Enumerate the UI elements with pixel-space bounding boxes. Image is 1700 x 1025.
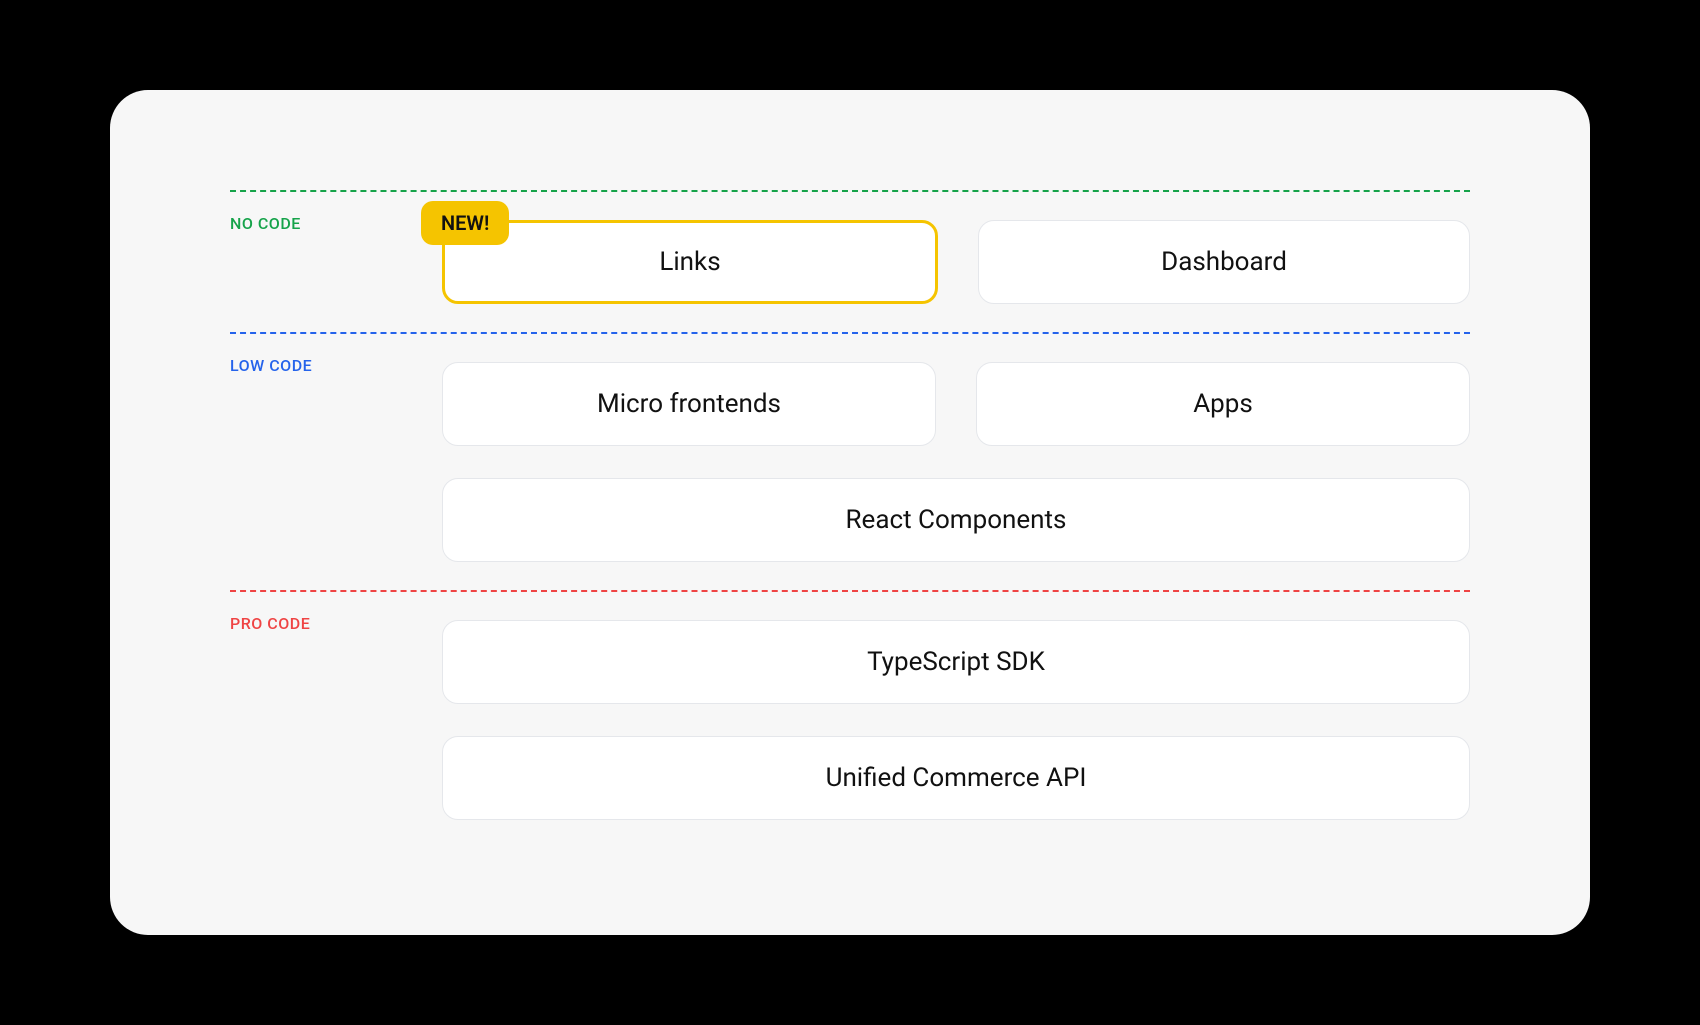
- tier-side-no-code: NO CODE: [230, 192, 410, 233]
- pill-unified-commerce-api[interactable]: Unified Commerce API: [442, 736, 1470, 820]
- tier-body-low-code: Micro frontends Apps React Components: [442, 334, 1470, 590]
- tier-label-low-code: LOW CODE: [230, 356, 410, 375]
- pill-label: Apps: [1193, 389, 1253, 419]
- badge-new: NEW!: [421, 201, 509, 245]
- tier-side-low-code: LOW CODE: [230, 334, 410, 375]
- tier-side-pro-code: PRO CODE: [230, 592, 410, 633]
- pill-label: Links: [659, 247, 720, 277]
- pill-label: Micro frontends: [597, 389, 781, 419]
- tier-body-pro-code: TypeScript SDK Unified Commerce API: [442, 592, 1470, 848]
- tier-low-code: LOW CODE Micro frontends Apps React Comp…: [230, 334, 1470, 590]
- row-low-code-0: Micro frontends Apps: [442, 362, 1470, 446]
- row-pro-code-1: Unified Commerce API: [442, 736, 1470, 820]
- pill-apps[interactable]: Apps: [976, 362, 1470, 446]
- pill-micro-frontends[interactable]: Micro frontends: [442, 362, 936, 446]
- pill-links[interactable]: NEW! Links: [442, 220, 938, 304]
- row-low-code-1: React Components: [442, 478, 1470, 562]
- pill-label: Unified Commerce API: [826, 763, 1087, 793]
- tier-body-no-code: NEW! Links Dashboard: [442, 192, 1470, 332]
- pill-dashboard[interactable]: Dashboard: [978, 220, 1470, 304]
- row-pro-code-0: TypeScript SDK: [442, 620, 1470, 704]
- tier-pro-code: PRO CODE TypeScript SDK Unified Commerce…: [230, 592, 1470, 848]
- pill-label: React Components: [846, 505, 1067, 535]
- tier-label-pro-code: PRO CODE: [230, 614, 410, 633]
- canvas: NO CODE NEW! Links Dashboard LOW CODE: [0, 0, 1700, 1025]
- pill-label: Dashboard: [1161, 247, 1287, 277]
- row-no-code-0: NEW! Links Dashboard: [442, 220, 1470, 304]
- pill-label: TypeScript SDK: [867, 647, 1045, 677]
- tier-label-no-code: NO CODE: [230, 214, 410, 233]
- pill-react-components[interactable]: React Components: [442, 478, 1470, 562]
- pill-typescript-sdk[interactable]: TypeScript SDK: [442, 620, 1470, 704]
- tier-no-code: NO CODE NEW! Links Dashboard: [230, 192, 1470, 332]
- diagram-card: NO CODE NEW! Links Dashboard LOW CODE: [110, 90, 1590, 935]
